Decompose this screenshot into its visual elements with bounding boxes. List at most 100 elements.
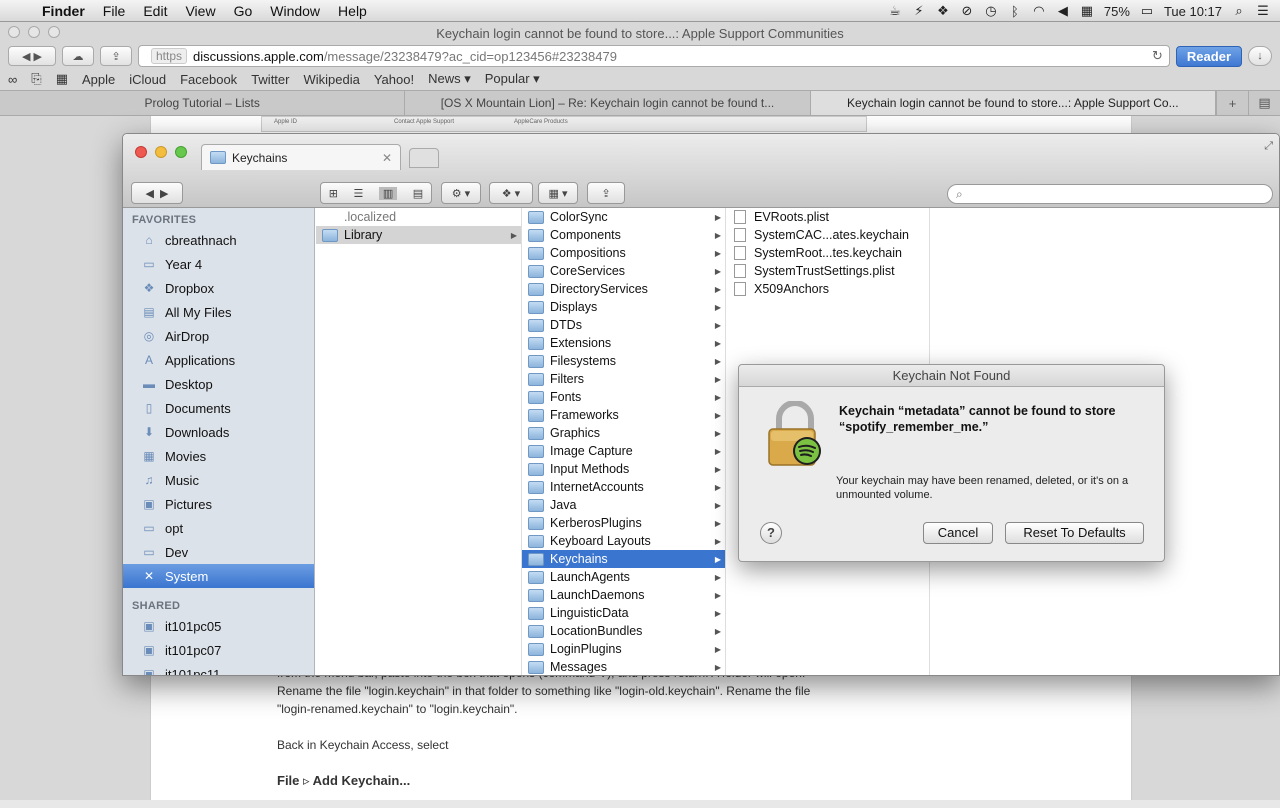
list-item[interactable]: Image Capture ▶ [522,442,725,460]
finder-new-tab-button[interactable] [409,148,439,168]
sidebar-item-pictures[interactable]: ▣ Pictures [123,492,314,516]
calendar-icon[interactable]: ▦ [1080,3,1094,19]
downloads-icon[interactable]: ↓ [1248,46,1272,66]
tab-prolog[interactable]: Prolog Tutorial – Lists [0,91,406,115]
list-item[interactable]: X509Anchors [726,280,929,298]
menu-edit[interactable]: Edit [134,3,176,19]
spotlight-icon[interactable]: ⌕ [1232,3,1246,19]
finder-back-forward[interactable]: ◀ ▶ [131,182,183,204]
notification-center-icon[interactable]: ☰ [1256,3,1270,19]
bluetooth-icon[interactable]: ᛒ [1008,4,1022,19]
action-gear-icon[interactable]: ⚙ ▾ [441,182,481,204]
address-bar[interactable]: https discussions.apple.com/message/2323… [138,45,1170,67]
list-item[interactable]: Compositions ▶ [522,244,725,262]
sidebar-item-music[interactable]: ♫ Music [123,468,314,492]
list-item[interactable]: LaunchAgents ▶ [522,568,725,586]
list-item[interactable]: LinguisticData ▶ [522,604,725,622]
bookmark-yahoo[interactable]: Yahoo! [374,72,414,87]
finder-minimize-button[interactable] [155,146,167,158]
help-button[interactable]: ? [760,522,782,544]
clock[interactable]: Tue 10:17 [1164,4,1222,19]
wifi-icon[interactable]: ◠ [1032,3,1046,19]
safari-minimize-button[interactable] [28,26,40,38]
reset-to-defaults-button[interactable]: Reset To Defaults [1005,522,1144,544]
web-nav-apple-id[interactable]: Apple ID [262,117,382,131]
menu-go[interactable]: Go [225,3,262,19]
finder-close-button[interactable] [135,146,147,158]
sidebar-item-airdrop[interactable]: ◎ AirDrop [123,324,314,348]
tab-overview-icon[interactable]: ▤ [1247,91,1280,115]
sidebar-item-desktop[interactable]: ▬ Desktop [123,372,314,396]
list-item[interactable]: Components ▶ [522,226,725,244]
sidebar-item-it101pc11[interactable]: ▣ it101pc11 [123,662,314,676]
safari-zoom-button[interactable] [48,26,60,38]
list-item[interactable]: SystemTrustSettings.plist [726,262,929,280]
battery-percentage[interactable]: 75% [1104,4,1130,19]
bookmarks-book-icon[interactable]: ⎘ [31,71,41,87]
clock-history-icon[interactable]: ◷ [984,3,998,19]
column-view-icon[interactable]: ▥ [378,186,398,200]
list-item[interactable]: Java ▶ [522,496,725,514]
top-sites-icon[interactable]: ▦ [56,71,68,87]
dropbox-menu-icon[interactable]: ❖ ▾ [489,182,533,204]
list-item[interactable]: Messages ▶ [522,658,725,675]
new-tab-icon[interactable]: + [1215,91,1248,115]
list-item[interactable]: DTDs ▶ [522,316,725,334]
sidebar-item-opt[interactable]: ▭ opt [123,516,314,540]
menu-view[interactable]: View [176,3,224,19]
back-forward-buttons[interactable]: ◀ ▶ [8,46,56,66]
list-item[interactable]: Extensions ▶ [522,334,725,352]
list-item[interactable]: .localized [316,208,521,226]
list-item[interactable]: EVRoots.plist [726,208,929,226]
icloud-tabs-icon[interactable]: ☁ [62,46,94,66]
menu-window[interactable]: Window [261,3,329,19]
battery-icon[interactable]: ▭ [1140,3,1154,19]
sidebar-item-year-4[interactable]: ▭ Year 4 [123,252,314,276]
list-item[interactable]: Keychains ▶ [522,550,725,568]
sidebar-item-downloads[interactable]: ⬇ Downloads [123,420,314,444]
share-icon[interactable]: ⇪ [587,182,625,204]
bookmark-icloud[interactable]: iCloud [129,72,166,87]
sidebar-item-all-my-files[interactable]: ▤ All My Files [123,300,314,324]
dropbox-tray-icon[interactable]: ❖ [936,3,950,19]
menu-help[interactable]: Help [329,3,376,19]
list-item[interactable]: Frameworks ▶ [522,406,725,424]
reload-icon[interactable]: ↻ [1152,48,1163,64]
icon-view-icon[interactable]: ⊞ [329,187,338,200]
view-mode-buttons[interactable]: ⊞ ☰ ▥ ▤ [320,182,432,204]
finder-tab-keychains[interactable]: Keychains ✕ [201,144,401,170]
sidebar-item-dropbox[interactable]: ❖ Dropbox [123,276,314,300]
bookmark-news[interactable]: News ▾ [428,71,471,87]
list-item[interactable]: LaunchDaemons ▶ [522,586,725,604]
list-item[interactable]: SystemCAC...ates.keychain [726,226,929,244]
sidebar-item-applications[interactable]: A Applications [123,348,314,372]
volume-icon[interactable]: ◀ [1056,3,1070,19]
sidebar-item-documents[interactable]: ▯ Documents [123,396,314,420]
arrange-icon[interactable]: ▦ ▾ [538,182,578,204]
share-icon[interactable]: ⇪ [100,46,132,66]
list-item[interactable]: KerberosPlugins ▶ [522,514,725,532]
list-item[interactable]: Library ▶ [316,226,521,244]
sidebar-item-movies[interactable]: ▦ Movies [123,444,314,468]
sidebar-item-it101pc05[interactable]: ▣ it101pc05 [123,614,314,638]
list-item[interactable]: Keyboard Layouts ▶ [522,532,725,550]
bookmark-apple[interactable]: Apple [82,72,115,87]
list-item[interactable]: LocationBundles ▶ [522,622,725,640]
sidebar-item-system[interactable]: ✕ System [123,564,314,588]
tab-mountain-lion[interactable]: [OS X Mountain Lion] – Re: Keychain logi… [405,91,811,115]
sidebar-item-it101pc07[interactable]: ▣ it101pc07 [123,638,314,662]
tab-keychain[interactable]: Keychain login cannot be found to store.… [810,91,1216,115]
cancel-button[interactable]: Cancel [923,522,993,544]
list-item[interactable]: Displays ▶ [522,298,725,316]
bookmark-wikipedia[interactable]: Wikipedia [303,72,359,87]
list-item[interactable]: Input Methods ▶ [522,460,725,478]
list-item[interactable]: Filters ▶ [522,370,725,388]
bookmark-popular[interactable]: Popular ▾ [485,71,540,87]
reader-button[interactable]: Reader [1175,45,1242,67]
list-item[interactable]: DirectoryServices ▶ [522,280,725,298]
list-item[interactable]: Graphics ▶ [522,424,725,442]
list-item[interactable]: LoginPlugins ▶ [522,640,725,658]
bookmark-facebook[interactable]: Facebook [180,72,237,87]
close-tab-icon[interactable]: ✕ [382,151,392,165]
menu-app-finder[interactable]: Finder [38,3,94,19]
